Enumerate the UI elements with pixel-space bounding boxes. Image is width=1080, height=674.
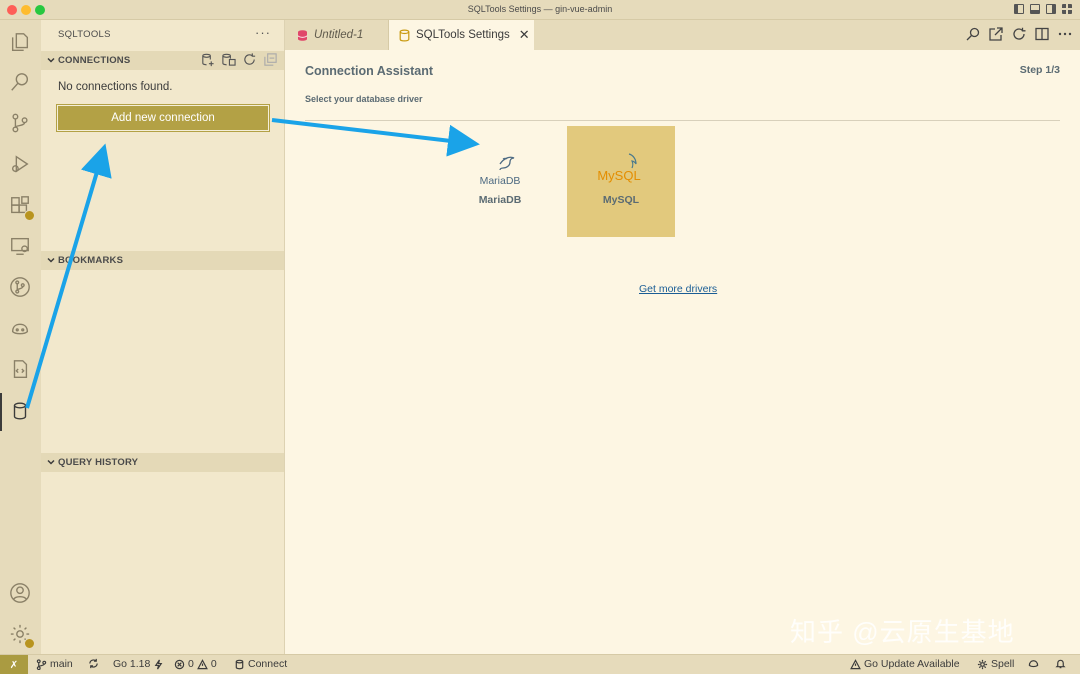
sync-status-item[interactable] (88, 658, 99, 669)
git-branch-icon (36, 658, 47, 670)
connections-actions (200, 52, 278, 67)
remote-explorer-icon[interactable] (8, 234, 32, 258)
activity-bar (0, 20, 41, 654)
divider (305, 120, 1060, 121)
editor-tab-bar: Untitled-1 SQLTools Settings ✕ (285, 20, 1080, 50)
database-icon (399, 28, 410, 42)
chevron-down-icon (46, 254, 56, 264)
sqltools-database-icon[interactable] (8, 399, 32, 423)
mysql-logo-text: MySQL (597, 168, 640, 183)
tab-untitled-1[interactable]: Untitled-1 (285, 20, 389, 50)
tab-sqltools-settings[interactable]: SQLTools Settings ✕ (389, 20, 534, 50)
split-editor-icon[interactable] (1035, 27, 1049, 41)
refresh-icon[interactable] (242, 52, 257, 67)
branch-name: main (50, 658, 73, 670)
open-external-icon[interactable] (989, 27, 1003, 41)
reload-icon[interactable] (1012, 27, 1026, 41)
toggle-primary-sidebar-icon[interactable] (1014, 4, 1024, 14)
collapse-all-icon[interactable] (263, 52, 278, 67)
lightning-icon (155, 659, 163, 669)
get-more-drivers-link[interactable]: Get more drivers (639, 283, 717, 295)
sqltools-sidebar: SQLTOOLS ··· CONNECTIONS No connections … (41, 20, 285, 654)
error-count: 0 (188, 658, 194, 670)
new-sql-file-icon[interactable] (221, 52, 236, 67)
add-new-connection-button[interactable]: Add new connection (56, 104, 270, 132)
error-icon (174, 659, 185, 669)
clock-badge-icon (24, 210, 35, 221)
editor-actions (966, 27, 1072, 41)
query-history-section-header[interactable]: QUERY HISTORY (41, 453, 284, 472)
connections-section-label: CONNECTIONS (58, 55, 131, 66)
spell-label: Spell (991, 658, 1015, 670)
go-version: Go 1.18 (113, 658, 151, 670)
add-connection-icon[interactable] (200, 52, 215, 67)
sidebar-title: SQLTOOLS (58, 29, 111, 40)
problems-status-item[interactable]: 0 0 (174, 658, 217, 670)
sqltools-connect-status-item[interactable]: Connect (234, 658, 287, 670)
mariadb-logo-text: MariaDB (480, 175, 521, 187)
tab-label: Untitled-1 (314, 29, 364, 41)
extensions-icon[interactable] (8, 194, 35, 221)
warning-count: 0 (210, 658, 217, 670)
manage-gear-icon[interactable] (8, 622, 35, 649)
step-indicator: Step 1/3 (1019, 64, 1060, 76)
bookmarks-section-label: BOOKMARKS (58, 255, 124, 266)
connect-label: Connect (248, 658, 288, 670)
active-view-indicator (0, 393, 2, 431)
notifications-status-item[interactable] (1055, 658, 1066, 669)
accounts-icon[interactable] (8, 581, 32, 605)
chevron-down-icon (46, 54, 56, 64)
mariadb-logo-icon: MariaDB (470, 150, 530, 190)
sidebar-more-actions-button[interactable]: ··· (255, 25, 271, 40)
connection-assistant-panel: Connection Assistant Step 1/3 Select you… (285, 50, 1080, 654)
warning-icon (850, 658, 861, 669)
mysql-logo-icon: MySQL (591, 150, 651, 190)
chevron-down-icon (46, 456, 56, 466)
copilot-icon[interactable] (8, 316, 32, 340)
driver-option-mariadb[interactable]: MariaDB MariaDB (446, 126, 554, 237)
driver-option-mysql[interactable]: MySQL MySQL (567, 126, 675, 237)
remote-indicator-button[interactable]: ✗ (0, 655, 28, 674)
connections-section-header[interactable]: CONNECTIONS (41, 51, 284, 70)
title-bar: SQLTools Settings — gin-vue-admin (0, 0, 1080, 20)
query-history-section-label: QUERY HISTORY (58, 457, 139, 468)
go-update-status-item[interactable]: Go Update Available (850, 658, 960, 670)
warning-icon (196, 658, 208, 669)
layout-controls (1014, 4, 1072, 14)
git-graph-icon[interactable] (8, 275, 32, 299)
explorer-icon[interactable] (8, 30, 32, 54)
bell-icon (1055, 659, 1066, 669)
sync-icon (89, 658, 98, 669)
driver-name: MySQL (602, 194, 640, 206)
more-actions-icon[interactable] (1058, 27, 1072, 41)
watermark-text: 知乎 @云原生基地 (790, 617, 1015, 647)
status-bar: ✗ main Go 1.18 0 0 Connect Go Update Ava… (0, 654, 1080, 674)
toggle-secondary-sidebar-icon[interactable] (1046, 4, 1056, 14)
branch-status-item[interactable]: main (36, 658, 73, 670)
gear-icon (977, 659, 988, 669)
clock-badge-icon (24, 638, 35, 649)
database-icon (235, 659, 244, 669)
tab-label: SQLTools Settings (416, 29, 510, 41)
source-control-icon[interactable] (8, 111, 32, 135)
go-version-status-item[interactable]: Go 1.18 (113, 658, 164, 670)
customize-layout-icon[interactable] (1062, 4, 1072, 14)
test-explorer-icon[interactable] (8, 357, 32, 381)
search-icon[interactable] (8, 70, 32, 94)
database-file-icon (297, 29, 308, 42)
copilot-icon (1028, 660, 1039, 668)
find-icon[interactable] (966, 27, 980, 41)
connection-assistant-title: Connection Assistant (305, 64, 434, 78)
window-title: SQLTools Settings — gin-vue-admin (467, 4, 613, 14)
spell-status-item[interactable]: Spell (977, 658, 1014, 670)
no-connections-message: No connections found. (58, 81, 173, 93)
toggle-panel-icon[interactable] (1030, 4, 1040, 14)
run-debug-icon[interactable] (8, 152, 32, 176)
select-driver-label: Select your database driver (305, 94, 423, 104)
bookmarks-section-header[interactable]: BOOKMARKS (41, 251, 284, 270)
go-update-label: Go Update Available (864, 658, 960, 670)
driver-name: MariaDB (478, 194, 522, 206)
copilot-status-item[interactable] (1028, 658, 1039, 669)
close-tab-icon[interactable]: ✕ (519, 27, 530, 43)
